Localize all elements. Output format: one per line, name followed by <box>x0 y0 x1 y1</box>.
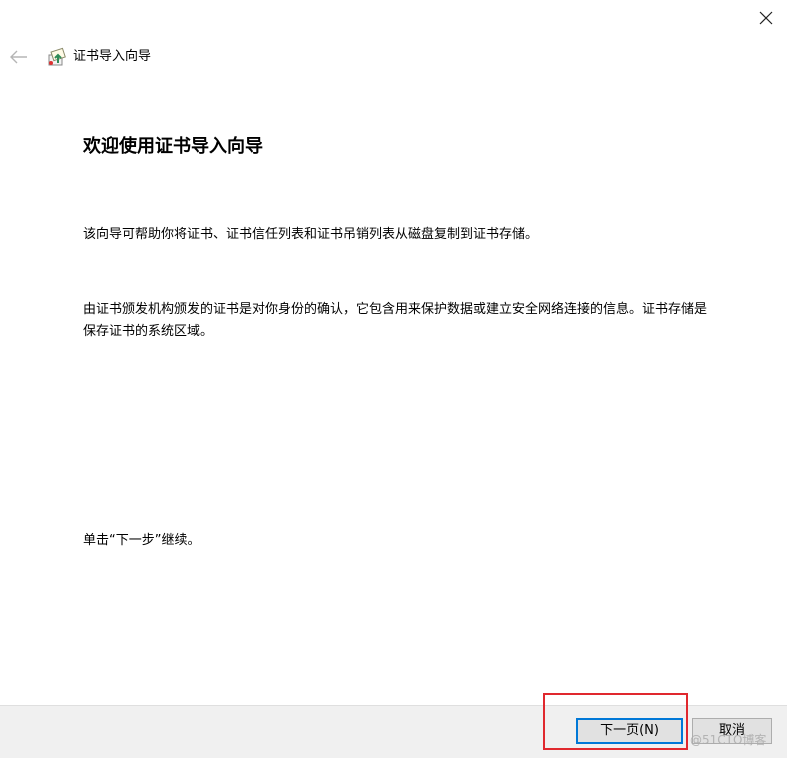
page-heading: 欢迎使用证书导入向导 <box>83 136 263 157</box>
back-arrow-icon <box>10 50 27 64</box>
certificate-wizard-icon <box>48 47 66 66</box>
close-icon <box>759 11 773 25</box>
intro-paragraph: 该向导可帮助你将证书、证书信任列表和证书吊销列表从磁盘复制到证书存储。 <box>83 227 539 242</box>
window-title: 证书导入向导 <box>73 49 152 64</box>
wizard-header: 证书导入向导 <box>0 40 787 74</box>
next-button[interactable]: 下一页(N) <box>576 718 683 744</box>
button-bar: 下一页(N) 取消 <box>0 705 787 758</box>
watermark: @51CTO博客 <box>690 733 767 747</box>
close-button[interactable] <box>748 2 784 34</box>
instruction-text: 单击“下一步”继续。 <box>83 533 201 548</box>
back-button[interactable] <box>6 44 32 70</box>
description-paragraph: 由证书颁发机构颁发的证书是对你身份的确认，它包含用来保护数据或建立安全网络连接的… <box>83 302 708 339</box>
